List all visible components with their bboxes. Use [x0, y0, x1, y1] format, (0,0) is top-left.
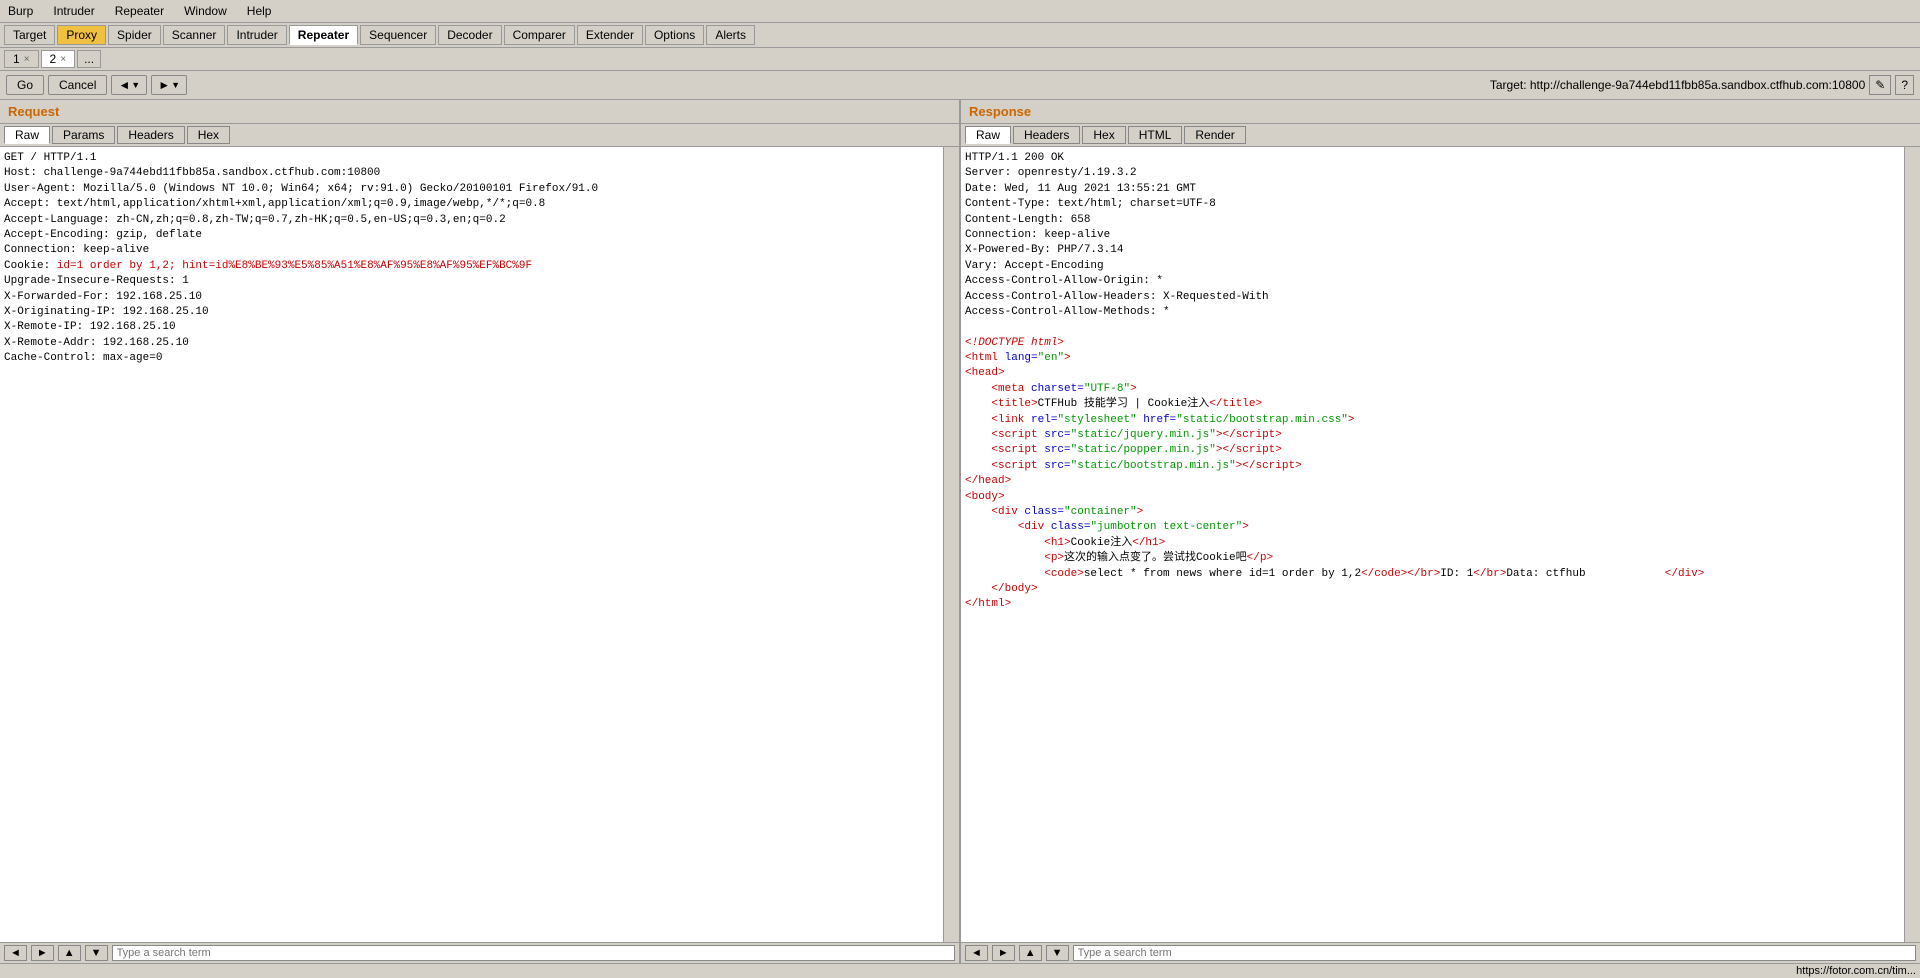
response-tab-html[interactable]: HTML [1128, 126, 1183, 144]
bottom-bars: ◄ ► ▲ ▼ ◄ ► ▲ ▼ [0, 942, 1920, 963]
tab-options[interactable]: Options [645, 25, 704, 45]
close-tab-1-icon[interactable]: × [24, 54, 30, 65]
response-panel-inner: HTTP/1.1 200 OK Server: openresty/1.19.3… [961, 147, 1920, 942]
response-tab-render[interactable]: Render [1184, 126, 1245, 144]
help-button[interactable]: ? [1895, 75, 1914, 95]
request-code-wrapper: GET / HTTP/1.1 Host: challenge-9a744ebd1… [0, 147, 943, 942]
req-nav-down[interactable]: ▼ [85, 945, 108, 961]
tab-repeater[interactable]: Repeater [289, 25, 358, 45]
req-nav-forward[interactable]: ► [31, 945, 54, 961]
cancel-button[interactable]: Cancel [48, 75, 107, 95]
main-tab-bar: Target Proxy Spider Scanner Intruder Rep… [0, 23, 1920, 48]
menu-bar: Burp Intruder Repeater Window Help [0, 0, 1920, 23]
request-bottom-bar: ◄ ► ▲ ▼ [0, 943, 961, 963]
request-tab-headers[interactable]: Headers [117, 126, 184, 144]
tab-alerts[interactable]: Alerts [706, 25, 755, 45]
response-code-area[interactable]: HTTP/1.1 200 OK Server: openresty/1.19.3… [961, 147, 1904, 942]
resp-nav-back[interactable]: ◄ [965, 945, 988, 961]
resp-nav-down[interactable]: ▼ [1046, 945, 1069, 961]
tab-decoder[interactable]: Decoder [438, 25, 501, 45]
menu-intruder[interactable]: Intruder [49, 2, 98, 20]
request-title: Request [0, 100, 959, 124]
tab-extender[interactable]: Extender [577, 25, 643, 45]
request-tab-hex[interactable]: Hex [187, 126, 230, 144]
repeater-tab-1[interactable]: 1 × [4, 50, 39, 68]
response-search-input[interactable] [1073, 945, 1916, 961]
menu-burp[interactable]: Burp [4, 2, 37, 20]
target-label: Target: http://challenge-9a744ebd11fbb85… [1490, 78, 1865, 92]
back-arrow-icon: ◄ [118, 78, 130, 92]
forward-arrow-icon: ► [158, 78, 170, 92]
response-scrollbar[interactable] [1904, 147, 1920, 942]
response-subtabs: Raw Headers Hex HTML Render [961, 124, 1920, 147]
request-search-input[interactable] [112, 945, 955, 961]
request-scrollbar[interactable] [943, 147, 959, 942]
response-tab-raw[interactable]: Raw [965, 126, 1011, 144]
tab-proxy[interactable]: Proxy [57, 25, 106, 45]
request-subtabs: Raw Params Headers Hex [0, 124, 959, 147]
menu-repeater[interactable]: Repeater [111, 2, 168, 20]
resp-nav-up[interactable]: ▲ [1019, 945, 1042, 961]
repeater-tab-2[interactable]: 2 × [41, 50, 76, 68]
resp-nav-forward[interactable]: ► [992, 945, 1015, 961]
repeater-tabs: 1 × 2 × ... [0, 48, 1920, 71]
forward-nav-button[interactable]: ► ▼ [151, 75, 187, 95]
back-dropdown-icon[interactable]: ▼ [131, 80, 140, 90]
response-code-wrapper: HTTP/1.1 200 OK Server: openresty/1.19.3… [961, 147, 1904, 942]
repeater-tab-add[interactable]: ... [77, 50, 101, 68]
request-code-area[interactable]: GET / HTTP/1.1 Host: challenge-9a744ebd1… [0, 147, 943, 942]
tab-spider[interactable]: Spider [108, 25, 161, 45]
request-panel-inner: GET / HTTP/1.1 Host: challenge-9a744ebd1… [0, 147, 959, 942]
menu-window[interactable]: Window [180, 2, 231, 20]
response-tab-headers[interactable]: Headers [1013, 126, 1080, 144]
response-title: Response [961, 100, 1920, 124]
repeater-tab-1-label: 1 [13, 52, 20, 66]
req-nav-up[interactable]: ▲ [58, 945, 81, 961]
edit-target-button[interactable]: ✎ [1869, 75, 1891, 95]
response-panel: Response Raw Headers Hex HTML Render HTT… [961, 100, 1920, 942]
request-panel: Request Raw Params Headers Hex GET / HTT… [0, 100, 961, 942]
response-tab-hex[interactable]: Hex [1082, 126, 1125, 144]
menu-help[interactable]: Help [243, 2, 276, 20]
request-tab-raw[interactable]: Raw [4, 126, 50, 144]
repeater-tab-2-label: 2 [50, 52, 57, 66]
forward-dropdown-icon[interactable]: ▼ [171, 80, 180, 90]
status-url: https://fotor.com.cn/tim... [1796, 965, 1916, 977]
tab-scanner[interactable]: Scanner [163, 25, 226, 45]
main-content: Request Raw Params Headers Hex GET / HTT… [0, 100, 1920, 942]
back-nav-button[interactable]: ◄ ▼ [111, 75, 147, 95]
close-tab-2-icon[interactable]: × [60, 54, 66, 65]
toolbar: Go Cancel ◄ ▼ ► ▼ Target: http://challen… [0, 71, 1920, 100]
request-tab-params[interactable]: Params [52, 126, 115, 144]
tab-sequencer[interactable]: Sequencer [360, 25, 436, 45]
req-nav-back[interactable]: ◄ [4, 945, 27, 961]
status-bar: https://fotor.com.cn/tim... [0, 963, 1920, 978]
tab-intruder[interactable]: Intruder [227, 25, 286, 45]
tab-target[interactable]: Target [4, 25, 55, 45]
tab-comparer[interactable]: Comparer [504, 25, 575, 45]
response-bottom-bar: ◄ ► ▲ ▼ [961, 943, 1920, 963]
go-button[interactable]: Go [6, 75, 44, 95]
